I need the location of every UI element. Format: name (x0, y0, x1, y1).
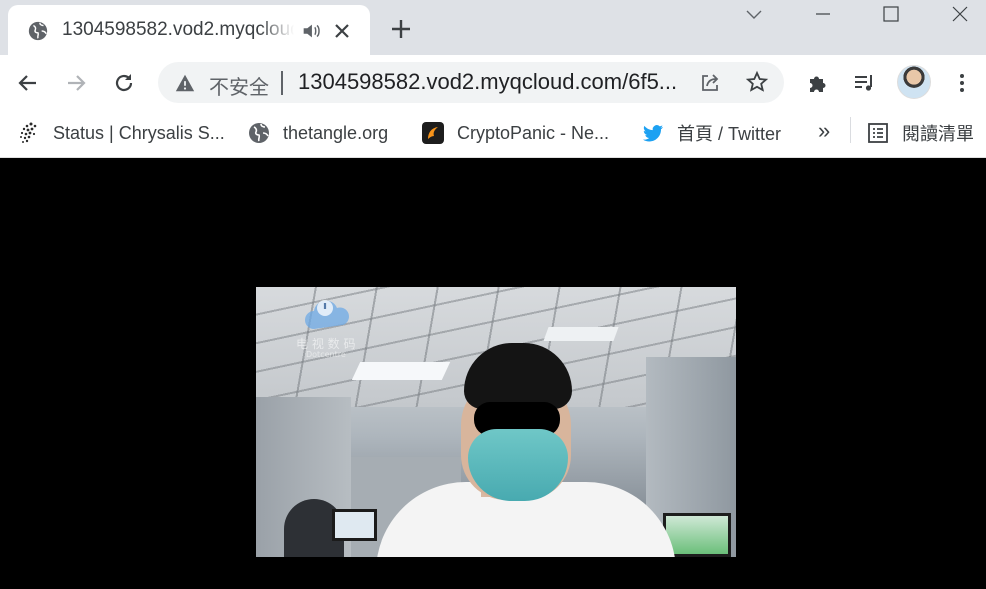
reading-list-icon (868, 123, 888, 143)
back-button[interactable] (12, 67, 44, 99)
watermark-cloud-icon (305, 300, 350, 329)
tab-search-button[interactable] (731, 0, 777, 28)
cryptopanic-logo-icon (422, 122, 444, 144)
bookmark-cryptopanic[interactable]: CryptoPanic - Ne... (421, 118, 609, 148)
bookmark-twitter[interactable]: 首頁 / Twitter (641, 118, 781, 148)
video-player[interactable]: 电 视 数 码 Dotcentre (256, 287, 736, 557)
page-content: 电 视 数 码 Dotcentre (0, 158, 986, 589)
iota-logo-icon (20, 122, 37, 143)
bookmark-label: thetangle.org (283, 122, 389, 143)
minimize-button[interactable] (800, 0, 846, 28)
reading-list-label: 閱讀清單 (902, 124, 974, 144)
puzzle-icon (810, 76, 826, 92)
forward-button[interactable] (60, 67, 92, 99)
close-icon[interactable] (330, 19, 354, 43)
reload-icon (115, 74, 133, 92)
bookmarks-bar: Status | Chrysalis S... thetangle.org Cr… (0, 110, 986, 158)
star-icon[interactable] (745, 70, 769, 94)
kebab-icon (960, 74, 964, 92)
chevron-down-icon (746, 10, 762, 19)
security-label[interactable]: 不安全 (209, 71, 269, 100)
twitter-bird-icon (643, 125, 663, 142)
video-light (543, 327, 619, 341)
minimize-icon (816, 13, 830, 15)
video-monitor (332, 509, 377, 541)
media-queue-icon (855, 75, 872, 91)
globe-icon (28, 21, 48, 41)
maximize-button[interactable] (868, 0, 914, 28)
bookmark-chrysalis-status[interactable]: Status | Chrysalis S... (17, 118, 225, 148)
arrow-right-icon (68, 75, 86, 91)
bookmarks-divider (850, 117, 851, 143)
url-text[interactable]: 1304598582.vod2.myqcloud.com/6f5... (298, 69, 688, 97)
plus-icon[interactable] (387, 15, 415, 43)
maximize-icon (883, 6, 899, 22)
divider (281, 71, 283, 95)
close-window-button[interactable] (937, 0, 983, 28)
address-bar[interactable]: 不安全 1304598582.vod2.myqcloud.com/6f5... (158, 62, 784, 103)
video-person-face-mask (468, 429, 568, 501)
watermark-subtext: Dotcentre (306, 350, 346, 359)
tab-strip: 1304598582.vod2.myqcloud.com/6f5 (0, 0, 986, 55)
extensions-button[interactable] (802, 67, 834, 99)
share-icon[interactable] (698, 71, 722, 95)
globe-icon (249, 123, 269, 143)
media-control-button[interactable] (848, 67, 880, 99)
arrow-left-icon (18, 75, 36, 91)
bookmarks-overflow-button[interactable]: » (818, 118, 830, 144)
toolbar: 不安全 1304598582.vod2.myqcloud.com/6f5... (0, 55, 986, 110)
bookmark-thetangle[interactable]: thetangle.org (247, 118, 388, 148)
avatar[interactable] (897, 65, 931, 99)
menu-button[interactable] (946, 67, 978, 99)
close-icon (952, 6, 968, 22)
bookmark-label: CryptoPanic - Ne... (457, 122, 610, 143)
speaker-icon[interactable] (300, 20, 322, 42)
tab-title: 1304598582.vod2.myqcloud.com/6f5 (62, 19, 294, 40)
active-tab[interactable]: 1304598582.vod2.myqcloud.com/6f5 (8, 5, 370, 55)
bookmark-label: 首頁 / Twitter (677, 124, 782, 144)
warning-icon[interactable] (174, 72, 196, 94)
reload-button[interactable] (108, 67, 140, 99)
reading-list-button[interactable]: 閱讀清單 (866, 118, 974, 148)
bookmark-label: Status | Chrysalis S... (53, 122, 225, 143)
video-light (351, 362, 451, 380)
